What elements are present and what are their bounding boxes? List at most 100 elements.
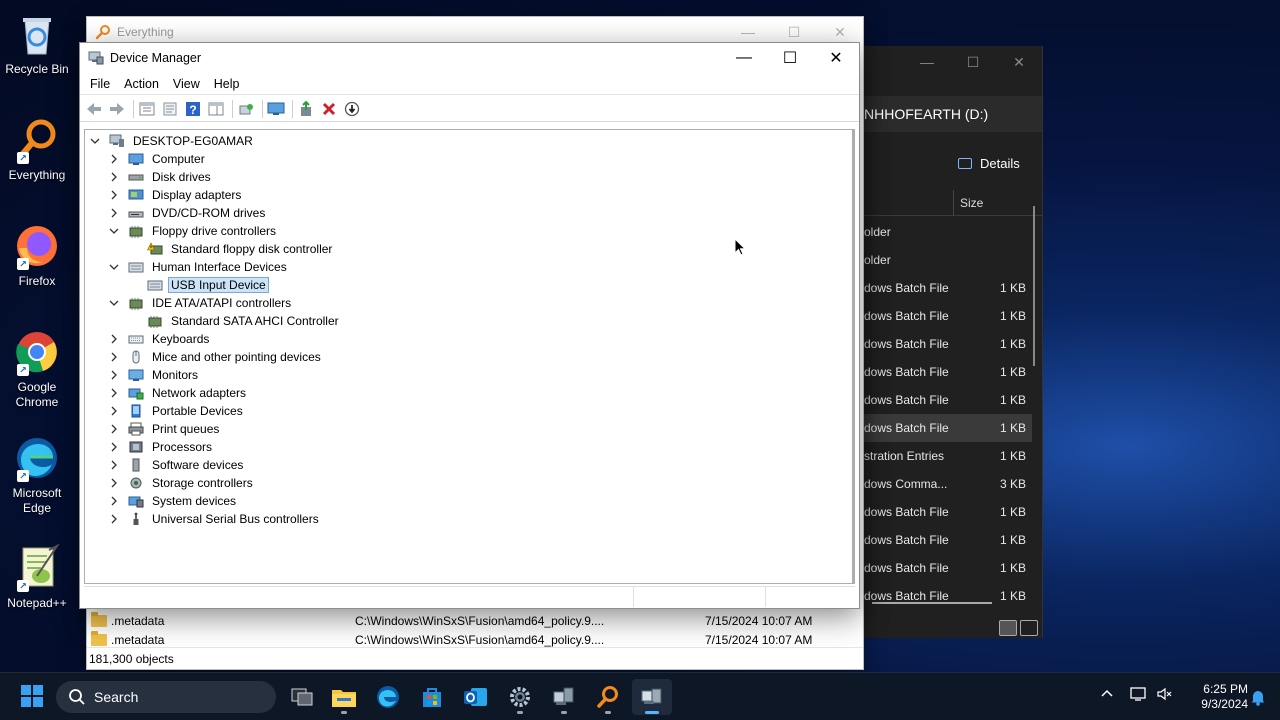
start-button[interactable] <box>21 685 43 707</box>
horizontal-scrollbar[interactable] <box>872 602 992 604</box>
menu-file[interactable]: File <box>83 77 117 91</box>
close-button[interactable]: ✕ <box>813 43 859 73</box>
file-row[interactable]: dows Batch File 1 KB <box>862 498 1032 526</box>
volume-button[interactable] <box>1156 686 1174 705</box>
tree-category[interactable]: Universal Serial Bus controllers <box>108 510 322 528</box>
chevron-right-icon[interactable] <box>108 207 120 219</box>
file-row[interactable]: dows Batch File 1 KB <box>862 414 1032 442</box>
tree-category[interactable]: DVD/CD-ROM drives <box>108 204 268 222</box>
scan-hardware-changes-icon[interactable] <box>236 99 256 119</box>
tree-category[interactable]: Monitors <box>108 366 201 384</box>
tree-category[interactable]: Storage controllers <box>108 474 256 492</box>
tree-category[interactable]: Display adapters <box>108 186 244 204</box>
taskbar-file-explorer[interactable] <box>324 679 364 715</box>
disable-device-icon[interactable] <box>342 99 362 119</box>
desktop-icon-notepadpp[interactable]: ↗ Notepad++ <box>2 543 72 611</box>
tree-root[interactable]: DESKTOP-EG0AMAR <box>89 132 256 150</box>
clock[interactable]: 6:25 PM 9/3/2024 <box>1180 682 1248 712</box>
tree-category[interactable]: IDE ATA/ATAPI controllers <box>108 294 294 312</box>
file-row[interactable]: stration Entries 1 KB <box>862 442 1032 470</box>
tree-device[interactable]: Standard SATA AHCI Controller <box>147 312 342 330</box>
chevron-right-icon[interactable] <box>108 423 120 435</box>
notifications-button[interactable] <box>1250 688 1266 709</box>
maximize-button[interactable]: ☐ <box>950 46 996 78</box>
chevron-right-icon[interactable] <box>108 513 120 525</box>
task-view-button[interactable] <box>282 679 322 715</box>
chevron-down-icon[interactable] <box>108 297 120 309</box>
file-row[interactable]: dows Batch File 1 KB <box>862 582 1032 610</box>
action-pane-icon[interactable] <box>206 99 226 119</box>
tree-category[interactable]: Portable Devices <box>108 402 246 420</box>
menu-action[interactable]: Action <box>117 77 166 91</box>
network-status-button[interactable] <box>1130 686 1148 705</box>
file-row[interactable]: dows Batch File 1 KB <box>862 554 1032 582</box>
size-column-header[interactable]: Size <box>960 196 983 210</box>
menu-help[interactable]: Help <box>207 77 247 91</box>
tree-category[interactable]: Human Interface Devices <box>108 258 290 276</box>
help-icon[interactable]: ? <box>183 99 203 119</box>
vertical-scrollbar[interactable] <box>1033 206 1035 366</box>
show-hide-console-tree-icon[interactable] <box>137 99 157 119</box>
forward-icon[interactable] <box>107 99 127 119</box>
desktop-icon-recycle-bin[interactable]: Recycle Bin <box>2 10 72 77</box>
chevron-right-icon[interactable] <box>108 153 120 165</box>
taskbar-store[interactable] <box>412 679 452 715</box>
file-explorer-window[interactable]: — ☐ ✕ NHHOFEARTH (D:) Details Size older… <box>862 46 1043 638</box>
taskbar-settings[interactable] <box>500 679 540 715</box>
file-row[interactable]: dows Batch File 1 KB <box>862 526 1032 554</box>
close-button[interactable]: ✕ <box>996 46 1042 78</box>
file-row[interactable]: dows Batch File 1 KB <box>862 302 1032 330</box>
tree-device[interactable]: USB Input Device <box>147 276 269 294</box>
show-hidden-icons-button[interactable] <box>1100 687 1114 704</box>
file-row[interactable]: dows Batch File 1 KB <box>862 386 1032 414</box>
chevron-right-icon[interactable] <box>108 477 120 489</box>
chevron-right-icon[interactable] <box>108 405 120 417</box>
column-separator[interactable] <box>953 190 954 216</box>
chevron-right-icon[interactable] <box>108 189 120 201</box>
file-row[interactable]: dows Batch File 1 KB <box>862 330 1032 358</box>
chevron-right-icon[interactable] <box>108 495 120 507</box>
file-row[interactable]: dows Batch File 1 KB <box>862 274 1032 302</box>
chevron-down-icon[interactable] <box>108 261 120 273</box>
maximize-button[interactable]: ☐ <box>767 43 813 73</box>
address-bar[interactable]: NHHOFEARTH (D:) <box>862 96 1042 132</box>
menu-view[interactable]: View <box>166 77 207 91</box>
uninstall-device-icon[interactable] <box>319 99 339 119</box>
tree-category[interactable]: System devices <box>108 492 239 510</box>
chevron-right-icon[interactable] <box>108 351 120 363</box>
taskbar-device-manager[interactable] <box>632 679 672 715</box>
taskbar-outlook[interactable] <box>456 679 496 715</box>
chevron-right-icon[interactable] <box>108 459 120 471</box>
tree-category[interactable]: Software devices <box>108 456 246 474</box>
chevron-right-icon[interactable] <box>108 441 120 453</box>
minimize-button[interactable]: — <box>721 43 767 73</box>
device-manager-window[interactable]: Device Manager — ☐ ✕ File Action View He… <box>79 42 860 609</box>
back-icon[interactable] <box>84 99 104 119</box>
details-button[interactable]: Details <box>958 156 1020 171</box>
list-item[interactable]: .metadata C:\Windows\WinSxS\Fusion\amd64… <box>89 611 863 630</box>
tree-category[interactable]: Computer <box>108 150 208 168</box>
chevron-down-icon[interactable] <box>89 135 101 147</box>
taskbar-device-app[interactable] <box>544 679 584 715</box>
taskbar-search[interactable]: Search <box>56 681 276 713</box>
monitor-icon[interactable] <box>266 99 286 119</box>
minimize-button[interactable]: — <box>904 46 950 78</box>
properties-icon[interactable] <box>160 99 180 119</box>
update-driver-icon[interactable] <box>296 99 316 119</box>
details-view-button[interactable] <box>999 620 1017 636</box>
tree-category[interactable]: Print queues <box>108 420 222 438</box>
chevron-right-icon[interactable] <box>108 369 120 381</box>
tree-category[interactable]: Disk drives <box>108 168 214 186</box>
file-row[interactable]: older <box>862 218 1032 246</box>
tree-category[interactable]: Mice and other pointing devices <box>108 348 324 366</box>
device-tree[interactable]: DESKTOP-EG0AMAR Computer Disk drives Displ… <box>84 129 855 584</box>
desktop-icon-edge[interactable]: ↗ Microsoft Edge <box>2 434 72 516</box>
tree-category[interactable]: Keyboards <box>108 330 212 348</box>
chevron-down-icon[interactable] <box>108 225 120 237</box>
tree-category[interactable]: Network adapters <box>108 384 249 402</box>
file-row[interactable]: dows Comma... 3 KB <box>862 470 1032 498</box>
tree-category[interactable]: Processors <box>108 438 215 456</box>
tree-category[interactable]: Floppy drive controllers <box>108 222 279 240</box>
file-row[interactable]: dows Batch File 1 KB <box>862 358 1032 386</box>
taskbar-edge[interactable] <box>368 679 408 715</box>
